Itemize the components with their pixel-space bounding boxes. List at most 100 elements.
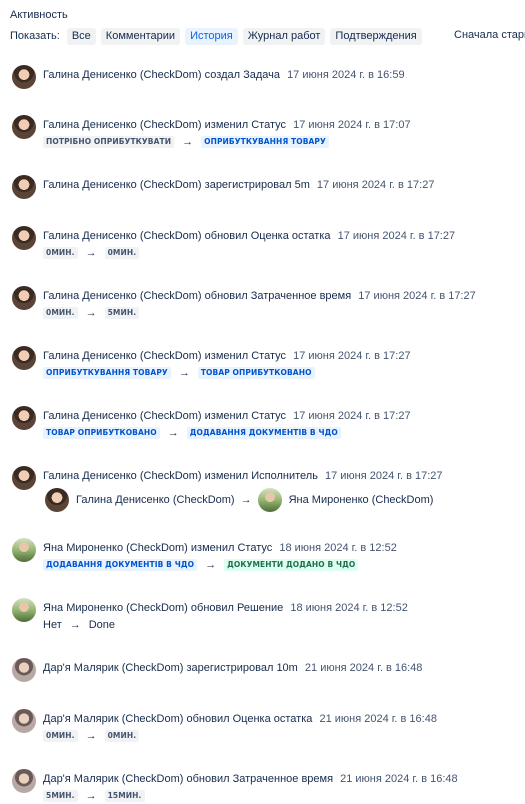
avatar[interactable] [12, 769, 36, 793]
value-from-lozenge: 5мин. [43, 790, 78, 802]
filter-comments-button[interactable]: Комментарии [100, 27, 181, 45]
status-from-lozenge: ТОВАР ОПРИБУТКОВАНО [43, 427, 160, 439]
timestamp[interactable]: 18 июня 2024 г. в 12:52 [290, 602, 408, 614]
status-to-lozenge: ДОДАВАННЯ ДОКУМЕНТІВ В ЧДО [186, 427, 341, 439]
user-name[interactable]: Дар'я Малярик (CheckDom) [43, 713, 183, 725]
field-name: Статус [237, 542, 273, 554]
status-to-lozenge: ДОКУМЕНТИ ДОДАНО В ЧДО [224, 559, 359, 571]
action-text: изменил [204, 119, 249, 131]
user-name[interactable]: Галина Денисенко (CheckDom) [43, 119, 202, 131]
avatar[interactable] [12, 175, 36, 199]
timestamp[interactable]: 17 июня 2024 г. в 17:27 [293, 410, 411, 422]
avatar[interactable] [12, 226, 36, 250]
avatar[interactable] [12, 598, 36, 622]
value-from-lozenge: 0мин. [43, 247, 78, 259]
action-text: создал [204, 69, 241, 81]
timestamp[interactable]: 17 июня 2024 г. в 17:27 [325, 470, 443, 482]
user-name[interactable]: Галина Денисенко (CheckDom) [43, 410, 202, 422]
value-to-lozenge: 15мин. [104, 790, 145, 802]
value-to: Done [88, 619, 116, 631]
action-text: обновил [190, 602, 234, 614]
arrow-right-icon: → [167, 427, 179, 439]
status-from-lozenge: ОПРИБУТКУВАННЯ ТОВАРУ [43, 367, 171, 379]
field-name: Затраченное время [250, 290, 352, 302]
timestamp[interactable]: 17 июня 2024 г. в 17:27 [317, 179, 435, 191]
field-name: Оценка остатка [250, 230, 331, 242]
user-name[interactable]: Галина Денисенко (CheckDom) [43, 179, 202, 191]
status-to-lozenge: ТОВАР ОПРИБУТКОВАНО [197, 367, 315, 379]
avatar[interactable] [12, 346, 36, 370]
user-name[interactable]: Яна Мироненко (CheckDom) [43, 602, 188, 614]
timestamp[interactable]: 17 июня 2024 г. в 17:27 [358, 290, 476, 302]
field-name: Статус [251, 410, 287, 422]
field-name: 5m [294, 179, 310, 191]
field-name: Оценка остатка [232, 713, 313, 725]
user-name[interactable]: Галина Денисенко (CheckDom) [43, 69, 202, 81]
value-from-lozenge: 0мин. [43, 307, 78, 319]
assignee-to-name: Яна Мироненко (CheckDom) [288, 494, 434, 506]
arrow-right-icon: → [178, 367, 190, 379]
timestamp[interactable]: 17 июня 2024 г. в 16:59 [287, 69, 405, 81]
avatar[interactable] [12, 538, 36, 562]
sort-order-button[interactable]: Сначала старые [450, 27, 525, 44]
assignee-to[interactable]: Яна Мироненко (CheckDom) [257, 488, 434, 512]
timestamp[interactable]: 21 июня 2024 г. в 16:48 [340, 773, 458, 785]
user-name[interactable]: Яна Мироненко (CheckDom) [43, 542, 188, 554]
timestamp[interactable]: 17 июня 2024 г. в 17:27 [293, 350, 411, 362]
action-text: изменил [204, 410, 249, 422]
avatar[interactable] [12, 286, 36, 310]
filter-approvals-button[interactable]: Подтверждения [330, 27, 422, 45]
avatar[interactable] [12, 115, 36, 139]
action-text: изменил [204, 470, 249, 482]
arrow-right-icon: → [85, 247, 97, 259]
status-from-lozenge: ПОТРІБНО ОПРИБУТКУВАТИ [43, 136, 175, 148]
action-text: обновил [204, 230, 248, 242]
assignee-from-name: Галина Денисенко (CheckDom) [76, 494, 235, 506]
value-to-lozenge: 0мин. [104, 247, 140, 259]
avatar[interactable] [12, 406, 36, 430]
timestamp[interactable]: 21 июня 2024 г. в 16:48 [305, 662, 423, 674]
arrow-right-icon: → [85, 730, 97, 742]
field-name: 10m [276, 662, 298, 674]
user-name[interactable]: Дар'я Малярик (CheckDom) [43, 662, 183, 674]
arrow-right-icon: → [85, 307, 97, 319]
field-name: Задача [243, 69, 280, 81]
avatar [45, 488, 69, 512]
user-name[interactable]: Галина Денисенко (CheckDom) [43, 350, 202, 362]
value-to-lozenge: 5мин. [104, 307, 140, 319]
avatar[interactable] [12, 466, 36, 490]
arrow-right-icon: → [205, 559, 217, 571]
action-text: зарегистрировал [186, 662, 274, 674]
action-text: изменил [204, 350, 249, 362]
field-name: Статус [251, 119, 287, 131]
field-name: Решение [237, 602, 284, 614]
filter-worklog-button[interactable]: Журнал работ [242, 27, 326, 45]
timestamp[interactable]: 21 июня 2024 г. в 16:48 [319, 713, 437, 725]
field-name: Статус [251, 350, 287, 362]
avatar [257, 488, 282, 512]
timestamp[interactable]: 17 июня 2024 г. в 17:27 [338, 230, 456, 242]
arrow-right-icon: → [85, 790, 97, 802]
value-to-lozenge: 0мин. [104, 730, 140, 742]
status-to-lozenge: ОПРИБУТКУВАННЯ ТОВАРУ [201, 136, 329, 148]
action-text: обновил [186, 713, 230, 725]
arrow-right-icon: → [69, 619, 81, 631]
status-from-lozenge: ДОДАВАННЯ ДОКУМЕНТІВ В ЧДО [43, 559, 198, 571]
arrow-right-icon: → [182, 136, 194, 148]
avatar[interactable] [12, 658, 36, 682]
filter-all-button[interactable]: Все [66, 27, 96, 45]
filter-history-button[interactable]: История [185, 27, 238, 45]
user-name[interactable]: Дар'я Малярик (CheckDom) [43, 773, 183, 785]
avatar[interactable] [12, 709, 36, 733]
action-text: обновил [186, 773, 230, 785]
user-name[interactable]: Галина Денисенко (CheckDom) [43, 230, 202, 242]
avatar[interactable] [12, 65, 36, 89]
timestamp[interactable]: 17 июня 2024 г. в 17:07 [293, 119, 411, 131]
action-text: изменил [190, 542, 235, 554]
timestamp[interactable]: 18 июня 2024 г. в 12:52 [279, 542, 397, 554]
user-name[interactable]: Галина Денисенко (CheckDom) [43, 470, 202, 482]
assignee-from[interactable]: Галина Денисенко (CheckDom) [45, 488, 235, 512]
field-name: Исполнитель [251, 470, 318, 482]
value-from: Нет [43, 619, 62, 631]
user-name[interactable]: Галина Денисенко (CheckDom) [43, 290, 202, 302]
